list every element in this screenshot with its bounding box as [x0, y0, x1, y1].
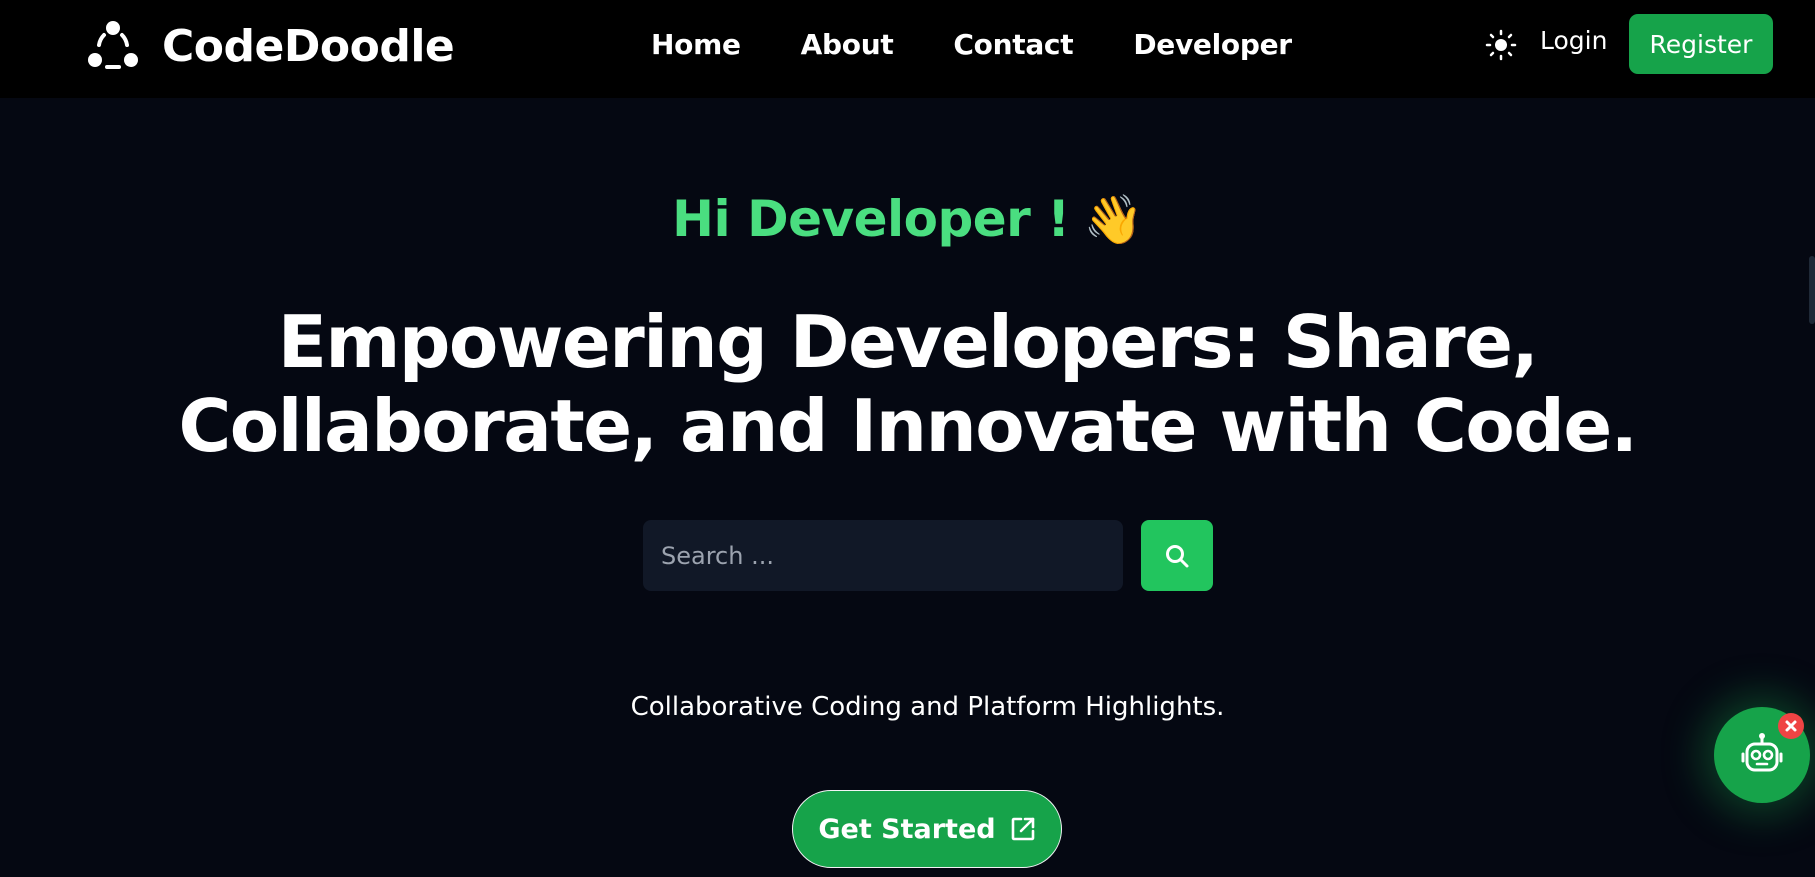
nav-link-about[interactable]: About	[801, 28, 894, 61]
nav-link-contact[interactable]: Contact	[953, 28, 1073, 61]
login-link[interactable]: Login	[1540, 26, 1607, 55]
hero-headline: Empowering Developers: Share, Collaborat…	[0, 300, 1815, 468]
register-button[interactable]: Register	[1629, 14, 1773, 74]
nav-link-developer[interactable]: Developer	[1133, 28, 1292, 61]
search-input[interactable]	[643, 520, 1123, 591]
get-started-label: Get Started	[818, 813, 996, 845]
close-icon	[1785, 720, 1797, 732]
headline-line-1: Empowering Developers: Share,	[277, 300, 1539, 384]
nav-links: Home About Contact Developer	[651, 24, 1292, 64]
external-link-icon	[1011, 817, 1034, 841]
sun-icon[interactable]	[1485, 29, 1517, 61]
share-nodes-icon	[88, 21, 138, 69]
chatbot-close-button[interactable]	[1778, 713, 1804, 739]
greeting-text: Hi Developer !	[672, 190, 1070, 248]
nav-link-home[interactable]: Home	[651, 28, 741, 61]
hero-greeting: Hi Developer ! 👋	[0, 190, 1815, 248]
get-started-button[interactable]: Get Started	[792, 790, 1062, 868]
scrollbar-thumb[interactable]	[1809, 256, 1815, 324]
waving-hand-icon: 👋	[1083, 192, 1144, 248]
highlights-text: Collaborative Coding and Platform Highli…	[630, 692, 1225, 722]
page: CodeDoodle Home About Contact Developer …	[0, 0, 1815, 877]
brand[interactable]: CodeDoodle	[86, 18, 455, 74]
top-navbar: CodeDoodle Home About Contact Developer …	[0, 0, 1815, 98]
robot-icon	[1741, 733, 1783, 772]
search-button[interactable]	[1141, 520, 1213, 591]
brand-name: CodeDoodle	[162, 20, 455, 72]
search-icon	[1166, 544, 1189, 567]
headline-line-2: Collaborate, and Innovate with Code.	[178, 384, 1638, 468]
